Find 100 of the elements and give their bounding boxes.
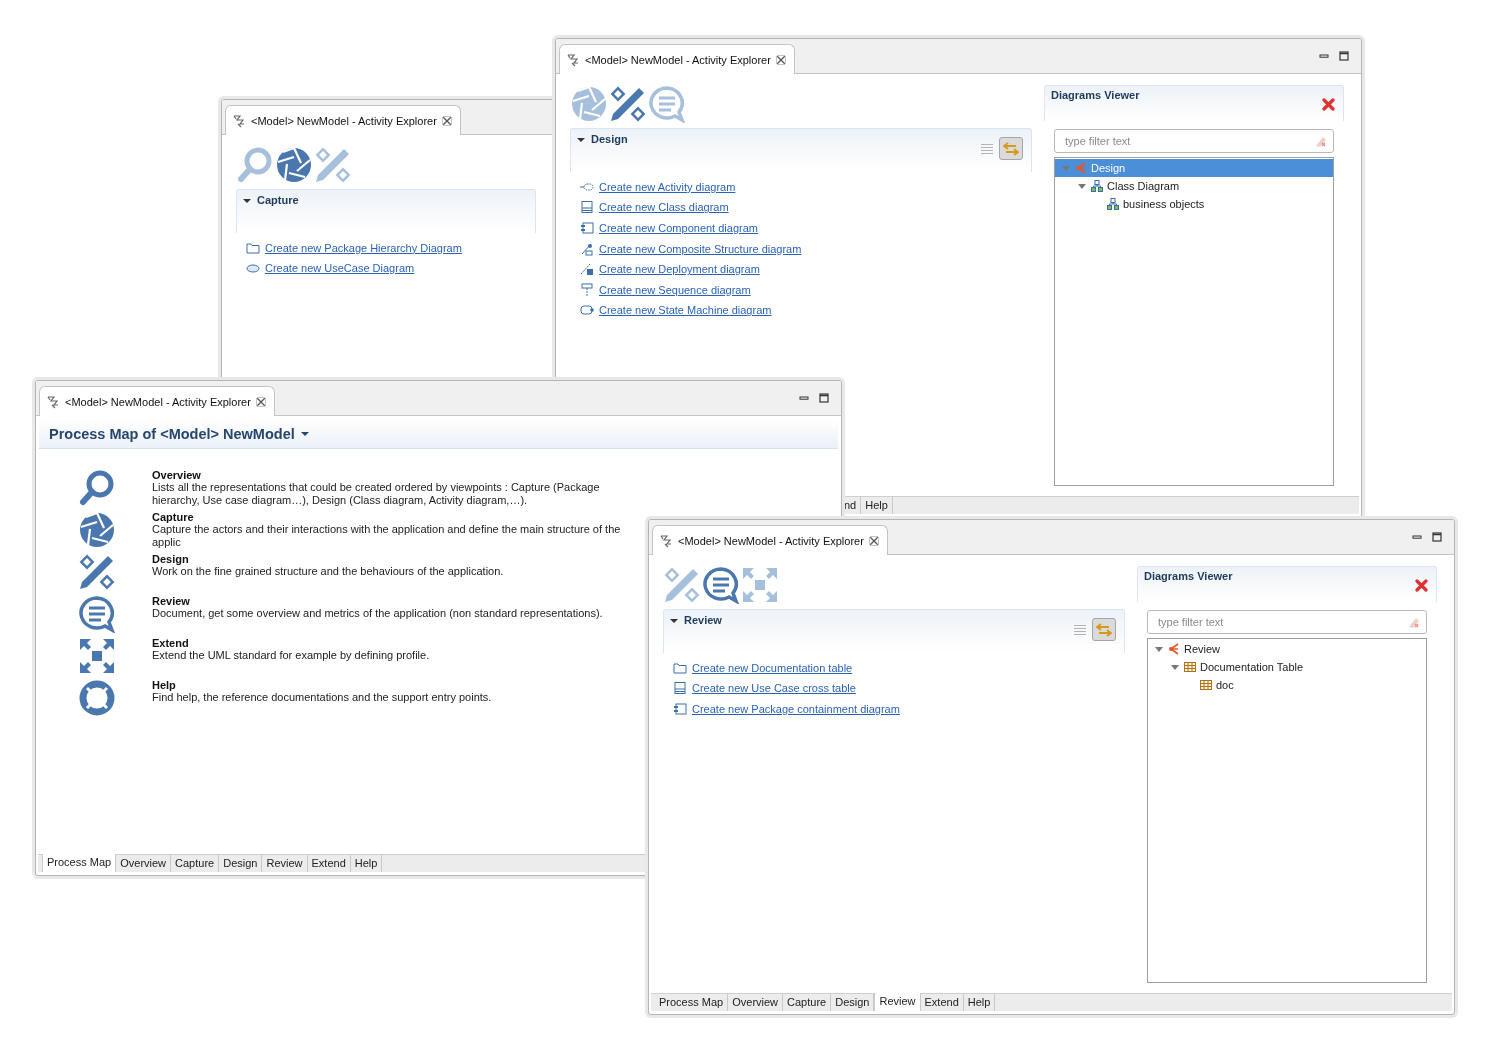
branch-icon [1168,643,1180,655]
editor-tab[interactable]: <Model> NewModel - Activity Explorer [559,44,795,74]
sequence-icon [580,282,594,297]
create-diagram-link[interactable]: Create new UseCase Diagram [265,262,415,275]
minimize-icon[interactable] [1319,51,1329,61]
pencil-ruler-icon[interactable] [609,85,647,123]
aperture-icon[interactable] [78,511,116,549]
filter-field[interactable]: type filter text [1063,134,1313,148]
tree-item[interactable]: Review [1148,640,1426,658]
class-icon [580,200,594,215]
page-tab[interactable]: Overview [116,855,172,872]
filter-field[interactable]: type filter text [1147,610,1427,634]
close-icon[interactable] [775,54,786,65]
minimize-icon[interactable] [1412,532,1422,542]
pencil-ruler-icon[interactable] [78,553,116,591]
filter-field[interactable]: type filter text [1054,129,1334,153]
section-title: Capture [257,193,299,207]
viewpoint-description: Document, get some overview and metrics of the application (non standard representations). [152,607,604,620]
viewpoint-description: Find help, the reference documentations and the support entry points. [152,691,493,704]
viewpoint-description: Work on the fine grained structure and the behaviours of the application. [152,565,505,578]
filter-field[interactable]: type filter text [1156,615,1406,629]
editor-tab[interactable]: <Model> NewModel - Activity Explorer [225,105,461,135]
create-diagram-link[interactable]: Create new Activity diagram [599,180,736,193]
caret-icon[interactable] [300,430,309,437]
create-diagram-link[interactable]: Create new Deployment diagram [599,263,760,276]
page-tab[interactable]: Help [861,497,893,514]
table-icon [1200,679,1212,691]
tree-item[interactable]: Documentation Table [1148,658,1426,676]
close-button[interactable] [1322,98,1335,111]
page-tab[interactable]: Process Map [42,854,117,872]
maximize-icon[interactable] [1432,532,1442,542]
create-diagram-link[interactable]: Create new Composite Structure diagram [599,242,802,255]
viewer-title: Diagrams Viewer [1144,570,1233,582]
page-tab[interactable]: Extend [920,994,964,1011]
maximize-icon[interactable] [819,393,829,403]
create-diagram-link[interactable]: Create new Documentation table [692,661,853,674]
section-title: Design [591,132,628,146]
explorer-icon [46,394,60,409]
close-button[interactable] [1415,579,1428,592]
process-map-title: Process Map of <Model> NewModel [49,425,295,442]
tree-item[interactable]: doc [1148,676,1426,694]
page-tab[interactable]: Design [219,855,263,872]
close-icon[interactable] [255,396,266,407]
minimize-icon[interactable] [799,393,809,403]
eraser-icon[interactable] [1406,615,1420,629]
aperture-icon[interactable] [275,146,313,184]
create-diagram-link[interactable]: Create new Package Hierarchy Diagram [265,241,462,254]
page-tab[interactable]: Help [350,855,383,872]
page-tab[interactable]: Help [963,994,996,1011]
section-header[interactable]: Capture [236,189,536,233]
viewpoint-description: Extend the UML standard for example by defining profile. [152,649,431,662]
explorer-icon [566,52,580,67]
tree-item[interactable]: business objects [1055,195,1333,213]
magnifier-icon[interactable] [78,469,116,507]
create-diagram-link[interactable]: Create new Class diagram [599,201,729,214]
explorer-icon [232,113,246,128]
editor-tab[interactable]: <Model> NewModel - Activity Explorer [39,386,275,416]
editor-tab[interactable]: <Model> NewModel - Activity Explorer [652,525,888,555]
close-icon[interactable] [868,535,879,546]
state-icon [580,303,594,318]
page-tab[interactable]: Extend [307,855,351,872]
section-header[interactable]: Review [663,609,1125,653]
create-diagram-link[interactable]: Create new State Machine diagram [599,304,772,317]
eraser-icon[interactable] [1313,134,1327,148]
maximize-icon[interactable] [1339,51,1349,61]
component-icon [580,221,594,235]
ellipse-icon [246,261,260,276]
page-tab[interactable]: Capture [783,994,832,1011]
page-tab[interactable]: Overview [728,994,784,1011]
viewpoint-title[interactable]: Help [152,679,647,691]
viewpoint-title[interactable]: Overview [152,469,647,481]
viewpoint-title[interactable]: Capture [152,511,647,523]
speech-bubble-icon[interactable] [78,595,116,633]
expand-arrows-icon[interactable] [78,637,116,675]
page-tab[interactable]: Review [874,993,921,1011]
viewpoint-title[interactable]: Design [152,553,647,565]
create-diagram-link[interactable]: Create new Sequence diagram [599,283,751,296]
explorer-icon [659,533,673,548]
folder-icon [246,240,260,255]
create-diagram-link[interactable]: Create new Component diagram [599,222,758,234]
viewpoint-title[interactable]: Extend [152,637,647,649]
section-title: Review [684,613,722,627]
class-icon [673,681,687,696]
viewpoint-title[interactable]: Review [152,595,647,607]
table-icon [1184,661,1196,673]
deployment-icon [580,262,594,277]
page-tab[interactable]: Review [262,855,308,872]
composite-icon [580,241,594,256]
create-diagram-link[interactable]: Create new Use Case cross table [692,682,856,695]
create-diagram-link[interactable]: Create new Package containment diagram [692,703,900,715]
close-icon[interactable] [441,115,452,126]
tree-item[interactable]: Class Diagram [1055,177,1333,195]
page-tab[interactable]: Process Map [655,994,729,1011]
section-header[interactable]: Design [570,128,1032,172]
speech-bubble-icon[interactable] [702,566,740,604]
page-tab[interactable]: Capture [171,855,220,872]
folder-icon [673,660,687,675]
hierarchy-icon [1107,198,1119,210]
lifebuoy-icon[interactable] [78,679,116,717]
branch-icon [1075,162,1087,174]
